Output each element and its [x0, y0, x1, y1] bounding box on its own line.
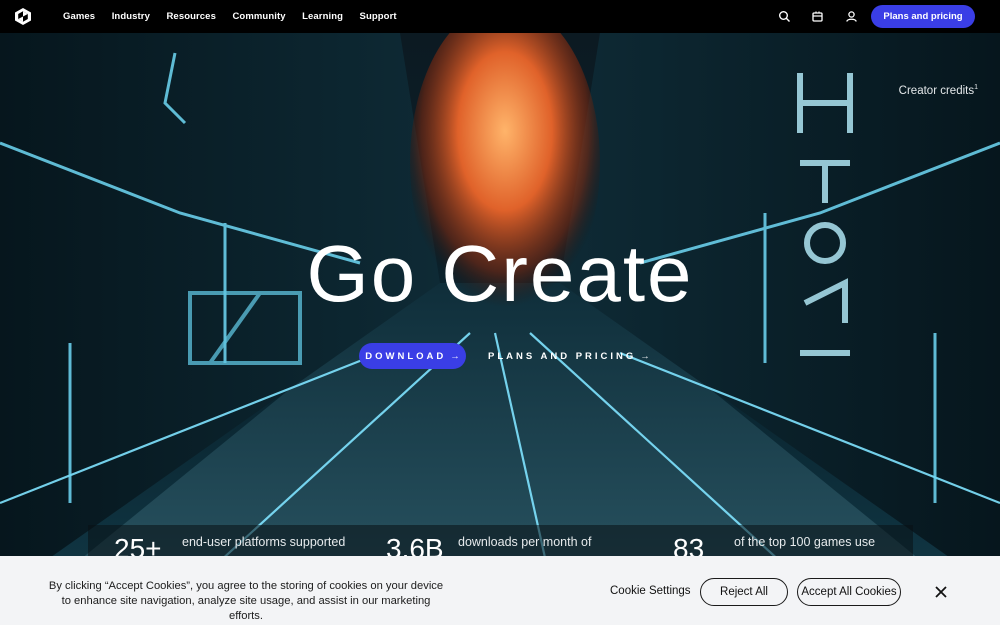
nav-resources[interactable]: Resources	[166, 11, 215, 22]
stat-text-platforms: end-user platforms supported	[182, 535, 346, 549]
nav-industry[interactable]: Industry	[112, 11, 150, 22]
plans-and-pricing-link[interactable]: PLANS AND PRICING →	[488, 343, 650, 369]
creator-credits-footnote: 1	[974, 84, 978, 91]
arrow-right-icon: →	[640, 350, 650, 362]
creator-credits-link[interactable]: Creator credits1	[899, 84, 978, 97]
cookie-message: By clicking “Accept Cookies”, you agree …	[48, 580, 444, 622]
stat-text-top-games: of the top 100 games use	[734, 535, 876, 549]
hero-title: Go Create	[306, 229, 694, 318]
download-button[interactable]: DOWNLOAD →	[359, 343, 466, 369]
creator-credits-label: Creator credits	[898, 84, 975, 97]
nav-community[interactable]: Community	[232, 11, 285, 22]
search-icon[interactable]	[778, 10, 791, 23]
plans-link-label: PLANS AND PRICING	[488, 350, 637, 362]
nav-links: Games Industry Resources Community Learn…	[63, 0, 413, 33]
stat-text-downloads: downloads per month of	[458, 535, 592, 549]
plans-and-pricing-button[interactable]: Plans and pricing	[871, 5, 975, 28]
download-label: DOWNLOAD	[365, 350, 447, 362]
hero-section: Creator credits1 Go Create DOWNLOAD → PL…	[0, 33, 1000, 625]
close-icon[interactable]	[934, 585, 948, 599]
nav-games[interactable]: Games	[63, 11, 95, 22]
cookie-banner: By clicking “Accept Cookies”, you agree …	[0, 556, 1000, 625]
cookie-settings-button[interactable]: Cookie Settings	[610, 585, 691, 597]
arrow-right-icon: →	[450, 350, 460, 362]
unity-logo-icon[interactable]	[15, 8, 31, 25]
cart-icon[interactable]	[811, 10, 824, 23]
nav-learning[interactable]: Learning	[302, 11, 343, 22]
nav-support[interactable]: Support	[360, 11, 397, 22]
accept-all-cookies-button[interactable]: Accept All Cookies	[797, 578, 901, 606]
top-navigation: Games Industry Resources Community Learn…	[0, 0, 1000, 33]
account-icon[interactable]	[845, 10, 858, 23]
reject-all-button[interactable]: Reject All	[700, 578, 788, 606]
